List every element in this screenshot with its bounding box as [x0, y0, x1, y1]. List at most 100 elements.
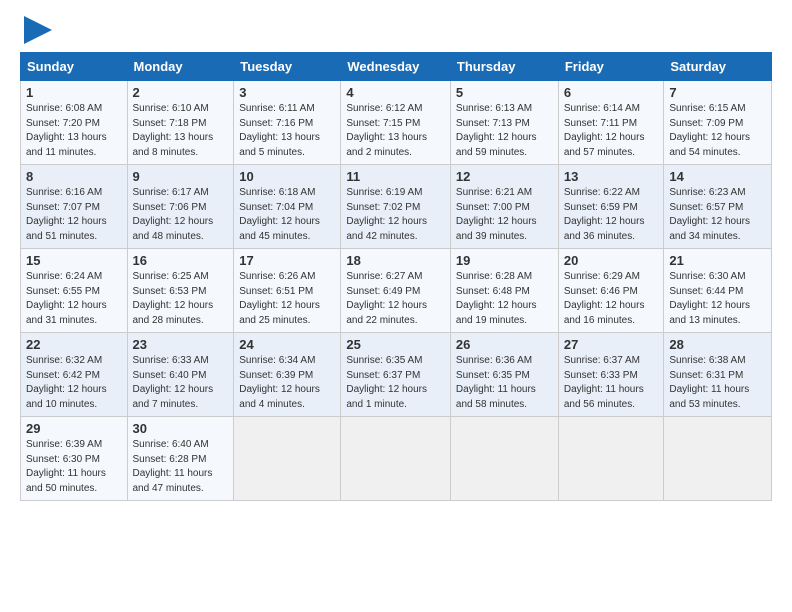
calendar-cell: 4 Sunrise: 6:12 AM Sunset: 7:15 PM Daylig… [341, 81, 451, 165]
day-number: 11 [346, 169, 445, 184]
day-number: 16 [133, 253, 229, 268]
day-info: Sunrise: 6:34 AM Sunset: 6:39 PM Dayligh… [239, 354, 335, 412]
calendar-cell: 3 Sunrise: 6:11 AM Sunset: 7:16 PM Daylig… [234, 81, 341, 165]
day-info: Sunrise: 6:28 AM Sunset: 6:48 PM Dayligh… [456, 270, 553, 328]
day-number: 22 [26, 337, 122, 352]
day-number: 2 [133, 85, 229, 100]
day-number: 3 [239, 85, 335, 100]
day-info: Sunrise: 6:11 AM Sunset: 7:16 PM Dayligh… [239, 102, 335, 160]
day-number: 10 [239, 169, 335, 184]
day-number: 28 [669, 337, 766, 352]
day-info: Sunrise: 6:19 AM Sunset: 7:02 PM Dayligh… [346, 186, 445, 244]
day-info: Sunrise: 6:30 AM Sunset: 6:44 PM Dayligh… [669, 270, 766, 328]
day-number: 9 [133, 169, 229, 184]
day-info: Sunrise: 6:35 AM Sunset: 6:37 PM Dayligh… [346, 354, 445, 412]
day-number: 1 [26, 85, 122, 100]
calendar-cell [234, 417, 341, 501]
day-number: 23 [133, 337, 229, 352]
calendar-header: Sunday Monday Tuesday Wednesday Thursday… [21, 53, 772, 81]
day-info: Sunrise: 6:38 AM Sunset: 6:31 PM Dayligh… [669, 354, 766, 412]
calendar-table: Sunday Monday Tuesday Wednesday Thursday… [20, 52, 772, 501]
calendar-cell: 27 Sunrise: 6:37 AM Sunset: 6:33 PM Dayli… [558, 333, 664, 417]
day-info: Sunrise: 6:32 AM Sunset: 6:42 PM Dayligh… [26, 354, 122, 412]
day-info: Sunrise: 6:39 AM Sunset: 6:30 PM Dayligh… [26, 438, 122, 496]
day-number: 8 [26, 169, 122, 184]
day-info: Sunrise: 6:29 AM Sunset: 6:46 PM Dayligh… [564, 270, 659, 328]
day-info: Sunrise: 6:25 AM Sunset: 6:53 PM Dayligh… [133, 270, 229, 328]
day-info: Sunrise: 6:17 AM Sunset: 7:06 PM Dayligh… [133, 186, 229, 244]
calendar-cell [450, 417, 558, 501]
day-number: 14 [669, 169, 766, 184]
day-number: 13 [564, 169, 659, 184]
day-number: 4 [346, 85, 445, 100]
day-info: Sunrise: 6:12 AM Sunset: 7:15 PM Dayligh… [346, 102, 445, 160]
calendar-cell: 24 Sunrise: 6:34 AM Sunset: 6:39 PM Dayli… [234, 333, 341, 417]
day-number: 25 [346, 337, 445, 352]
calendar-week-row: 15Sunrise: 6:24 AM Sunset: 6:55 PM Dayli… [21, 249, 772, 333]
day-number: 17 [239, 253, 335, 268]
day-number: 7 [669, 85, 766, 100]
calendar-week-row: 8 Sunrise: 6:16 AM Sunset: 7:07 PM Daylig… [21, 165, 772, 249]
day-info: Sunrise: 6:22 AM Sunset: 6:59 PM Dayligh… [564, 186, 659, 244]
day-info: Sunrise: 6:08 AM Sunset: 7:20 PM Dayligh… [26, 102, 122, 160]
calendar-cell [341, 417, 451, 501]
day-info: Sunrise: 6:37 AM Sunset: 6:33 PM Dayligh… [564, 354, 659, 412]
calendar-cell: 22 Sunrise: 6:32 AM Sunset: 6:42 PM Dayli… [21, 333, 128, 417]
col-thursday: Thursday [450, 53, 558, 81]
calendar-cell: 12 Sunrise: 6:21 AM Sunset: 7:00 PM Dayli… [450, 165, 558, 249]
day-info: Sunrise: 6:27 AM Sunset: 6:49 PM Dayligh… [346, 270, 445, 328]
day-number: 21 [669, 253, 766, 268]
calendar-cell [664, 417, 772, 501]
calendar-cell: 14 Sunrise: 6:23 AM Sunset: 6:57 PM Dayli… [664, 165, 772, 249]
day-info: Sunrise: 6:16 AM Sunset: 7:07 PM Dayligh… [26, 186, 122, 244]
calendar-cell [558, 417, 664, 501]
calendar-cell: 15Sunrise: 6:24 AM Sunset: 6:55 PM Dayli… [21, 249, 128, 333]
logo-arrow-icon [24, 16, 52, 44]
day-number: 20 [564, 253, 659, 268]
calendar-cell: 28 Sunrise: 6:38 AM Sunset: 6:31 PM Dayli… [664, 333, 772, 417]
page-header [20, 16, 772, 44]
calendar-cell: 5 Sunrise: 6:13 AM Sunset: 7:13 PM Daylig… [450, 81, 558, 165]
calendar-cell: 23 Sunrise: 6:33 AM Sunset: 6:40 PM Dayli… [127, 333, 234, 417]
calendar-cell: 30Sunrise: 6:40 AM Sunset: 6:28 PM Dayli… [127, 417, 234, 501]
calendar-cell: 2 Sunrise: 6:10 AM Sunset: 7:18 PM Daylig… [127, 81, 234, 165]
calendar-week-row: 22 Sunrise: 6:32 AM Sunset: 6:42 PM Dayli… [21, 333, 772, 417]
day-number: 19 [456, 253, 553, 268]
day-number: 12 [456, 169, 553, 184]
calendar-cell: 19 Sunrise: 6:28 AM Sunset: 6:48 PM Dayli… [450, 249, 558, 333]
day-info: Sunrise: 6:23 AM Sunset: 6:57 PM Dayligh… [669, 186, 766, 244]
calendar-cell: 25 Sunrise: 6:35 AM Sunset: 6:37 PM Dayli… [341, 333, 451, 417]
col-tuesday: Tuesday [234, 53, 341, 81]
col-wednesday: Wednesday [341, 53, 451, 81]
calendar-week-row: 29 Sunrise: 6:39 AM Sunset: 6:30 PM Dayli… [21, 417, 772, 501]
calendar-cell: 17 Sunrise: 6:26 AM Sunset: 6:51 PM Dayli… [234, 249, 341, 333]
day-info: Sunrise: 6:21 AM Sunset: 7:00 PM Dayligh… [456, 186, 553, 244]
col-saturday: Saturday [664, 53, 772, 81]
calendar-body: 1 Sunrise: 6:08 AM Sunset: 7:20 PM Daylig… [21, 81, 772, 501]
page-container: Sunday Monday Tuesday Wednesday Thursday… [0, 0, 792, 521]
col-friday: Friday [558, 53, 664, 81]
day-number: 5 [456, 85, 553, 100]
day-number: 29 [26, 421, 122, 436]
calendar-cell: 18 Sunrise: 6:27 AM Sunset: 6:49 PM Dayli… [341, 249, 451, 333]
day-number: 18 [346, 253, 445, 268]
calendar-cell: 16 Sunrise: 6:25 AM Sunset: 6:53 PM Dayli… [127, 249, 234, 333]
calendar-cell: 26Sunrise: 6:36 AM Sunset: 6:35 PM Dayli… [450, 333, 558, 417]
day-info: Sunrise: 6:13 AM Sunset: 7:13 PM Dayligh… [456, 102, 553, 160]
header-row: Sunday Monday Tuesday Wednesday Thursday… [21, 53, 772, 81]
calendar-cell: 20 Sunrise: 6:29 AM Sunset: 6:46 PM Dayli… [558, 249, 664, 333]
day-number: 27 [564, 337, 659, 352]
day-info: Sunrise: 6:18 AM Sunset: 7:04 PM Dayligh… [239, 186, 335, 244]
calendar-cell: 9 Sunrise: 6:17 AM Sunset: 7:06 PM Daylig… [127, 165, 234, 249]
calendar-cell: 29 Sunrise: 6:39 AM Sunset: 6:30 PM Dayli… [21, 417, 128, 501]
calendar-week-row: 1 Sunrise: 6:08 AM Sunset: 7:20 PM Daylig… [21, 81, 772, 165]
calendar-cell: 13 Sunrise: 6:22 AM Sunset: 6:59 PM Dayli… [558, 165, 664, 249]
day-info: Sunrise: 6:33 AM Sunset: 6:40 PM Dayligh… [133, 354, 229, 412]
day-info: Sunrise: 6:24 AM Sunset: 6:55 PM Dayligh… [26, 270, 122, 328]
day-info: Sunrise: 6:15 AM Sunset: 7:09 PM Dayligh… [669, 102, 766, 160]
day-info: Sunrise: 6:26 AM Sunset: 6:51 PM Dayligh… [239, 270, 335, 328]
day-number: 30 [133, 421, 229, 436]
day-number: 24 [239, 337, 335, 352]
day-info: Sunrise: 6:10 AM Sunset: 7:18 PM Dayligh… [133, 102, 229, 160]
calendar-cell: 8 Sunrise: 6:16 AM Sunset: 7:07 PM Daylig… [21, 165, 128, 249]
